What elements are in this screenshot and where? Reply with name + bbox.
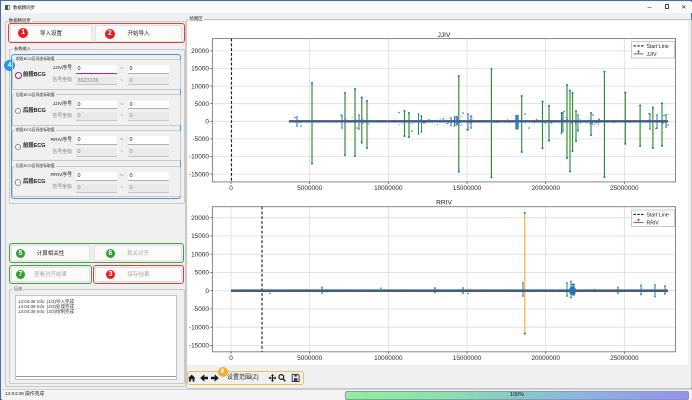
svg-text:5000: 5000	[195, 270, 210, 277]
svg-text:0: 0	[229, 355, 233, 362]
svg-text:-5000: -5000	[193, 306, 210, 313]
svg-text:5000000: 5000000	[297, 185, 322, 192]
svg-text:-15000: -15000	[189, 171, 209, 178]
svg-text:-5000: -5000	[193, 136, 210, 143]
svg-text:JJIV: JJIV	[438, 32, 451, 39]
svg-text:Start Line: Start Line	[647, 212, 669, 218]
svg-text:15000000: 15000000	[453, 355, 482, 362]
svg-text:10000: 10000	[191, 251, 209, 258]
svg-text:20000: 20000	[191, 48, 209, 55]
svg-text:-10000: -10000	[189, 154, 209, 161]
svg-text:20000000: 20000000	[531, 355, 560, 362]
svg-text:-10000: -10000	[189, 324, 209, 331]
svg-text:JJIV: JJIV	[647, 52, 658, 58]
svg-text:15000000: 15000000	[453, 185, 482, 192]
svg-text:10000000: 10000000	[374, 185, 403, 192]
svg-text:5000000: 5000000	[297, 355, 322, 362]
svg-text:25000000: 25000000	[610, 185, 639, 192]
svg-text:RRIV: RRIV	[647, 220, 660, 226]
svg-text:10000: 10000	[191, 83, 209, 90]
svg-text:5000: 5000	[195, 101, 210, 108]
svg-text:0: 0	[205, 119, 209, 126]
svg-text:15000: 15000	[191, 66, 209, 73]
svg-text:0: 0	[205, 288, 209, 295]
svg-text:20000000: 20000000	[531, 185, 560, 192]
svg-text:10000000: 10000000	[374, 355, 403, 362]
svg-text:RRIV: RRIV	[436, 200, 452, 207]
svg-text:15000: 15000	[191, 233, 209, 240]
svg-text:0: 0	[229, 185, 233, 192]
svg-text:-15000: -15000	[189, 343, 209, 350]
svg-text:Start Line: Start Line	[647, 44, 669, 50]
svg-text:25000000: 25000000	[610, 355, 639, 362]
svg-text:20000: 20000	[191, 215, 209, 222]
